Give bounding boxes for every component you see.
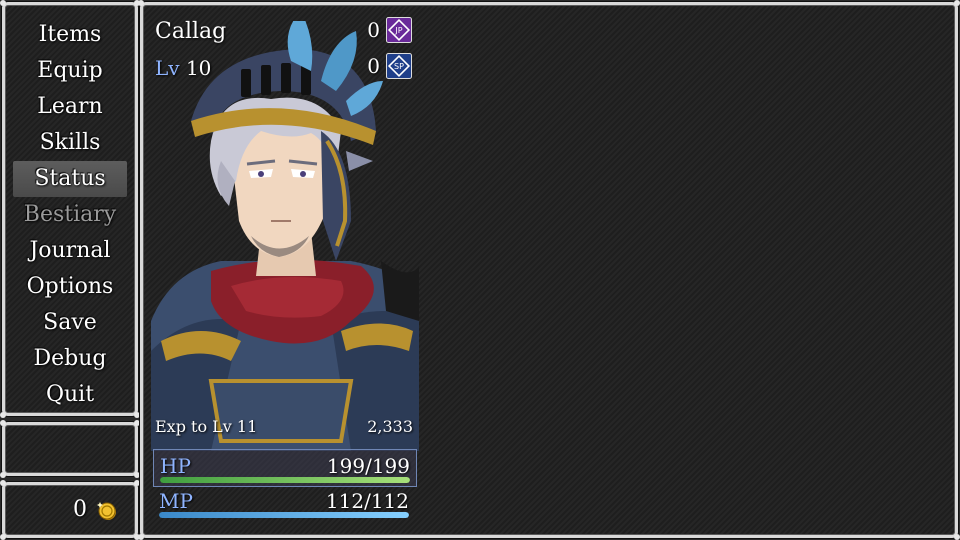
hp-gauge: HP 199/199	[153, 449, 417, 487]
menu-item-equip[interactable]: Equip	[13, 53, 127, 89]
gold-value: 0	[73, 497, 87, 522]
jp-row: 0 JP	[367, 17, 412, 43]
gold-coin-icon	[97, 501, 116, 520]
empty-window	[0, 420, 140, 478]
status-window: Callag Lv 10 0 JP 0 SP Exp to Lv 11 2,33…	[138, 0, 960, 540]
menu-item-journal[interactable]: Journal	[13, 233, 127, 269]
menu-item-debug[interactable]: Debug	[13, 341, 127, 377]
jp-icon: JP	[386, 17, 412, 43]
actor-level: Lv 10	[155, 56, 211, 80]
menu-item-save[interactable]: Save	[13, 305, 127, 341]
jp-value: 0	[367, 18, 380, 42]
gold-display: 0	[73, 497, 119, 522]
menu-item-learn[interactable]: Learn	[13, 89, 127, 125]
menu-item-status[interactable]: Status	[13, 161, 127, 197]
sp-row: 0 SP	[367, 53, 412, 79]
actor-name: Callag	[155, 19, 227, 44]
sp-value: 0	[367, 54, 380, 78]
svg-text:JP: JP	[394, 26, 402, 35]
menu-item-items[interactable]: Items	[13, 17, 127, 53]
exp-label: Exp to Lv 11	[155, 417, 258, 436]
points-panel: 0 JP 0 SP	[348, 17, 412, 87]
command-list: Items Equip Learn Skills Status Bestiary…	[13, 17, 127, 413]
level-value: 10	[185, 56, 212, 80]
menu-item-options[interactable]: Options	[13, 269, 127, 305]
hp-value: 199/199	[326, 454, 410, 478]
mp-bar-track	[159, 512, 409, 518]
hp-bar-track	[160, 477, 410, 483]
menu-item-skills[interactable]: Skills	[13, 125, 127, 161]
hp-label: HP	[160, 454, 191, 478]
menu-item-bestiary[interactable]: Bestiary	[13, 197, 127, 233]
mp-value: 112/112	[325, 489, 409, 513]
command-window: Items Equip Learn Skills Status Bestiary…	[0, 0, 140, 418]
level-label: Lv	[155, 56, 180, 80]
exp-row: Exp to Lv 11 2,333	[155, 417, 413, 436]
mp-gauge: MP 112/112	[153, 485, 415, 521]
mp-label: MP	[159, 489, 193, 513]
gold-window: 0	[0, 480, 140, 540]
hp-bar-fill	[160, 477, 410, 483]
svg-text:SP: SP	[394, 62, 404, 71]
menu-item-quit[interactable]: Quit	[13, 377, 127, 413]
sp-icon: SP	[386, 53, 412, 79]
exp-value: 2,333	[367, 417, 413, 436]
mp-bar-fill	[159, 512, 409, 518]
